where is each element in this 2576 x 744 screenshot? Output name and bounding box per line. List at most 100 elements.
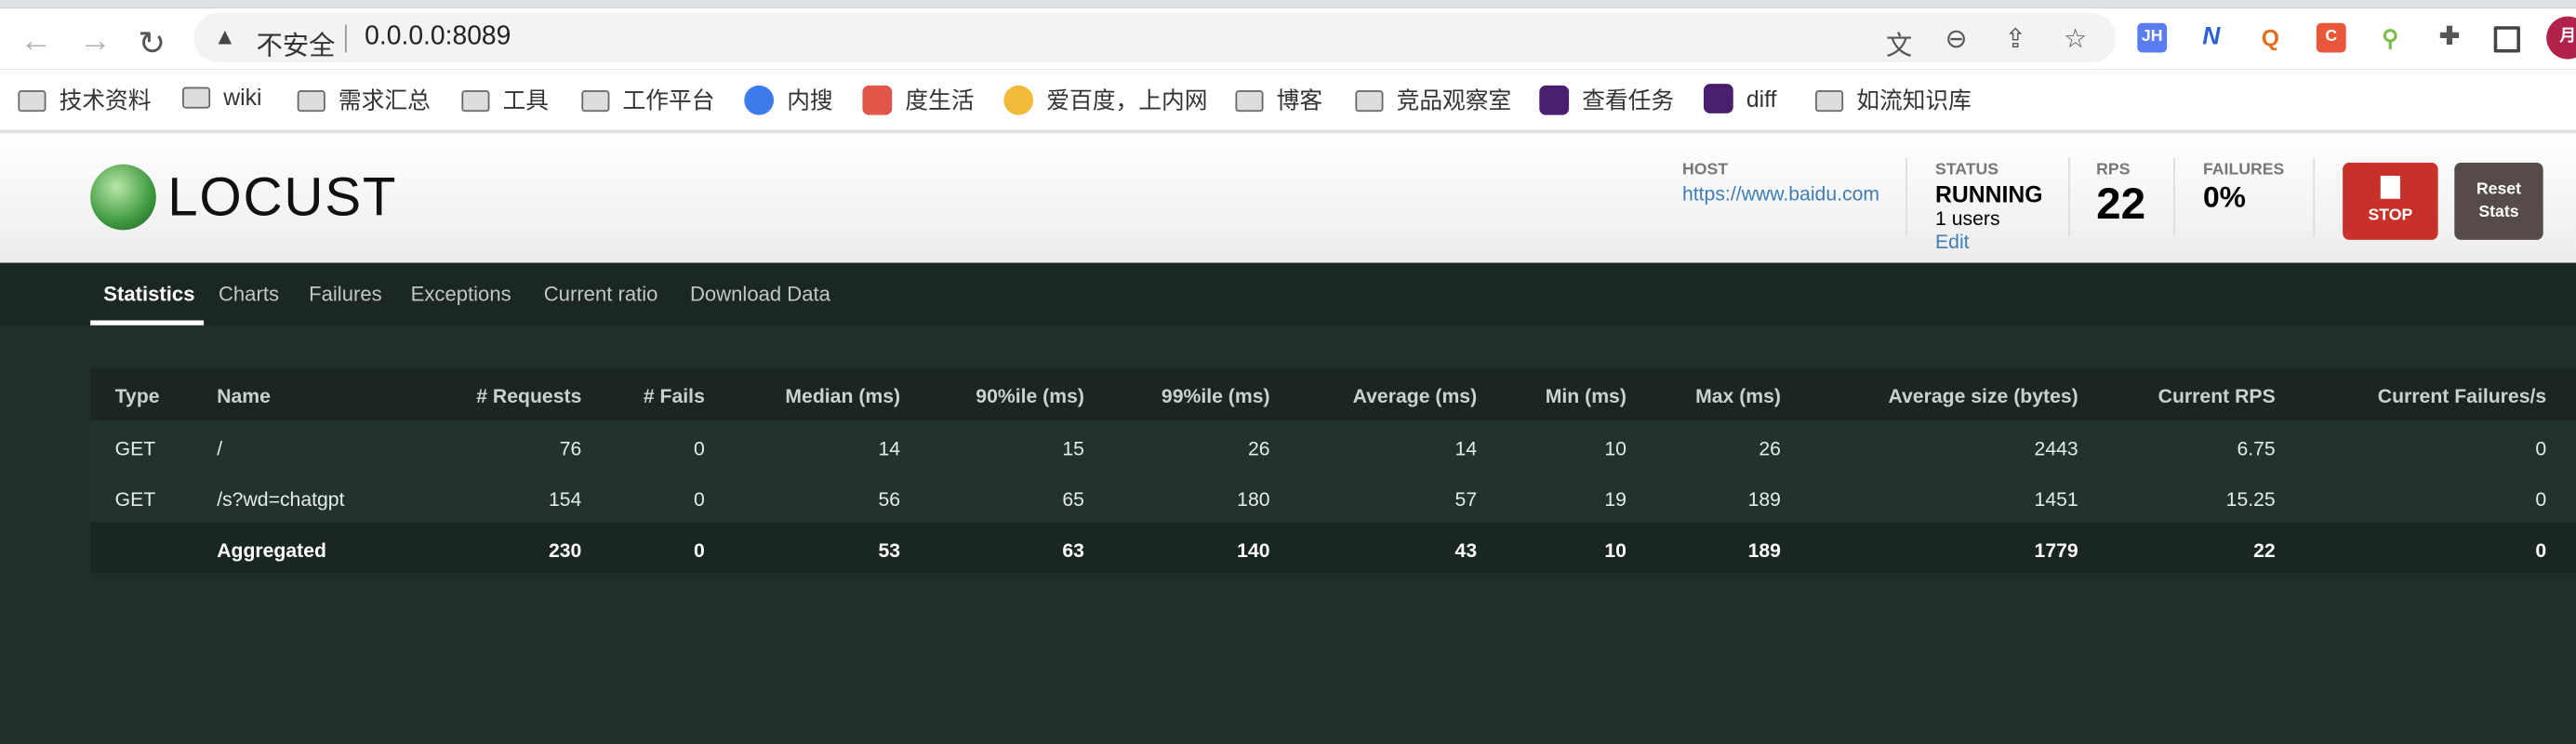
share-icon[interactable]: ⇪ — [2004, 23, 2026, 56]
extension-search-icon[interactable]: ⚲ — [2375, 23, 2405, 53]
side-panel-icon[interactable] — [2493, 26, 2520, 53]
column-header[interactable]: Current Failures/s — [2378, 384, 2546, 407]
column-header[interactable]: Max (ms) — [1695, 384, 1781, 407]
address-bar[interactable]: ▲ 不安全 0.0.0.0:8089 文 ⊖ ⇪ ☆ — [193, 13, 2117, 63]
folder-icon — [1815, 89, 1844, 112]
cell: 189 — [1747, 487, 1781, 512]
cell: 1451 — [2034, 487, 2078, 512]
reload-icon[interactable]: ↻ — [138, 23, 166, 64]
column-header[interactable]: Current RPS — [2158, 384, 2276, 407]
cell: 26 — [1247, 436, 1270, 460]
tab-failures[interactable]: Failures — [309, 283, 382, 306]
stop-icon — [2380, 176, 2400, 199]
locust-logo-icon — [90, 164, 156, 231]
bookmark-label: 内搜 — [787, 86, 833, 113]
bookmark-label: 需求汇总 — [338, 86, 431, 113]
bookmark-item[interactable]: wiki — [182, 84, 261, 110]
folder-icon — [182, 86, 211, 108]
failures-info: FAILURES 0% — [2203, 161, 2284, 215]
tab-charts[interactable]: Charts — [219, 283, 279, 306]
stop-button[interactable]: STOP — [2343, 162, 2438, 240]
column-header[interactable]: # Requests — [476, 384, 581, 407]
column-header[interactable]: # Fails — [644, 384, 705, 407]
extension-c-icon[interactable]: C — [2316, 22, 2346, 53]
aggregated-row: Aggregated 230 0 53 63 140 43 10 189 1779 22 0 — [90, 522, 2576, 574]
column-header[interactable]: Median (ms) — [785, 384, 900, 407]
cell: Aggregated — [217, 538, 326, 563]
host-label: HOST — [1681, 161, 1729, 179]
translate-icon[interactable]: 文 — [1886, 23, 1912, 62]
divider — [1905, 157, 1907, 237]
bookmark-item[interactable]: 需求汇总 — [297, 84, 431, 116]
cell: 22 — [2253, 538, 2276, 563]
bookmarks-bar: 技术资料 wiki 需求汇总 工具 工作平台 内搜 度生活 爱百度，上内网 博客… — [0, 69, 2576, 134]
p-app-icon — [1539, 85, 1570, 115]
column-header[interactable]: Name — [217, 384, 271, 407]
bookmark-item[interactable]: 技术资料 — [18, 84, 152, 116]
rps-info: RPS 22 — [2096, 161, 2145, 228]
tab-current-ratio[interactable]: Current ratio — [544, 283, 658, 306]
tab-exceptions[interactable]: Exceptions — [411, 283, 511, 306]
extension-q-icon[interactable]: Q — [2256, 23, 2286, 53]
back-icon[interactable]: ← — [20, 23, 52, 61]
tab-download-data[interactable]: Download Data — [690, 283, 830, 306]
zoom-out-icon[interactable]: ⊖ — [1945, 23, 1968, 56]
cell: 15 — [1062, 436, 1084, 460]
folder-icon — [1235, 89, 1264, 112]
cell: 63 — [1062, 538, 1084, 563]
browser-toolbar: ← → ↻ ▲ 不安全 0.0.0.0:8089 文 ⊖ ⇪ ☆ JH N Q … — [0, 7, 2576, 70]
column-header[interactable]: Type — [115, 384, 160, 407]
cell: 19 — [1604, 487, 1627, 512]
bookmark-label: 查看任务 — [1582, 86, 1675, 113]
extension-jh-icon[interactable]: JH — [2137, 22, 2168, 53]
bookmark-item[interactable]: 度生活 — [862, 84, 975, 116]
bookmark-item[interactable]: 工作平台 — [581, 84, 714, 116]
table-header: Type Name # Requests # Fails Median (ms) 90%i… — [90, 367, 2576, 421]
bookmark-item[interactable]: 博客 — [1235, 84, 1322, 116]
cell: 0 — [694, 436, 705, 460]
cell: 0 — [694, 487, 705, 512]
edit-link[interactable]: Edit — [1935, 230, 2042, 253]
reset-stats-button[interactable]: Reset Stats — [2454, 162, 2543, 240]
security-label[interactable]: 不安全 — [257, 23, 336, 62]
bookmark-item[interactable]: diff — [1703, 84, 1777, 113]
rps-value: 22 — [2096, 179, 2146, 229]
browser-window: ← → ↻ ▲ 不安全 0.0.0.0:8089 文 ⊖ ⇪ ☆ JH N Q … — [0, 0, 2576, 744]
life-icon — [862, 85, 893, 115]
cell: 140 — [1237, 538, 1270, 563]
column-header[interactable]: Average size (bytes) — [1888, 384, 2078, 407]
forward-icon[interactable]: → — [79, 23, 112, 61]
bookmark-item[interactable]: 爱百度，上内网 — [1003, 84, 1207, 116]
bookmark-item[interactable]: 内搜 — [744, 84, 833, 116]
star-icon[interactable]: ☆ — [2064, 23, 2087, 56]
cell: 15.25 — [2225, 487, 2276, 512]
column-header[interactable]: 90%ile (ms) — [976, 384, 1084, 407]
bookmark-label: diff — [1746, 85, 1777, 113]
warning-icon: ▲ — [213, 22, 237, 49]
column-header[interactable]: Average (ms) — [1353, 384, 1478, 407]
column-header[interactable]: 99%ile (ms) — [1162, 384, 1270, 407]
bookmark-item[interactable]: 查看任务 — [1539, 84, 1674, 116]
divider — [2313, 157, 2316, 237]
url-text[interactable]: 0.0.0.0:8089 — [365, 23, 511, 53]
cell: 0 — [2535, 436, 2547, 460]
cell: 57 — [1454, 487, 1478, 512]
cell: 2443 — [2034, 436, 2078, 460]
profile-avatar[interactable]: 月 — [2546, 16, 2576, 60]
cell: 230 — [548, 538, 582, 563]
bookmark-label: 博客 — [1276, 86, 1323, 113]
column-header[interactable]: Min (ms) — [1546, 384, 1627, 407]
extensions-puzzle-icon[interactable]: ✚ — [2435, 23, 2464, 53]
cell: 65 — [1062, 487, 1084, 512]
cell: / — [217, 436, 223, 460]
folder-icon — [581, 89, 610, 112]
cell: /s?wd=chatgpt — [217, 487, 345, 512]
extension-n-icon[interactable]: N — [2197, 23, 2226, 53]
bookmark-item[interactable]: 如流知识库 — [1815, 84, 1972, 116]
emoji-icon — [1003, 85, 1034, 115]
tab-strip — [0, 0, 2576, 8]
bookmark-item[interactable]: 工具 — [461, 84, 549, 116]
folder-icon — [1355, 89, 1384, 112]
bookmark-item[interactable]: 竞品观察室 — [1355, 84, 1511, 116]
tab-statistics[interactable]: Statistics — [103, 283, 194, 306]
